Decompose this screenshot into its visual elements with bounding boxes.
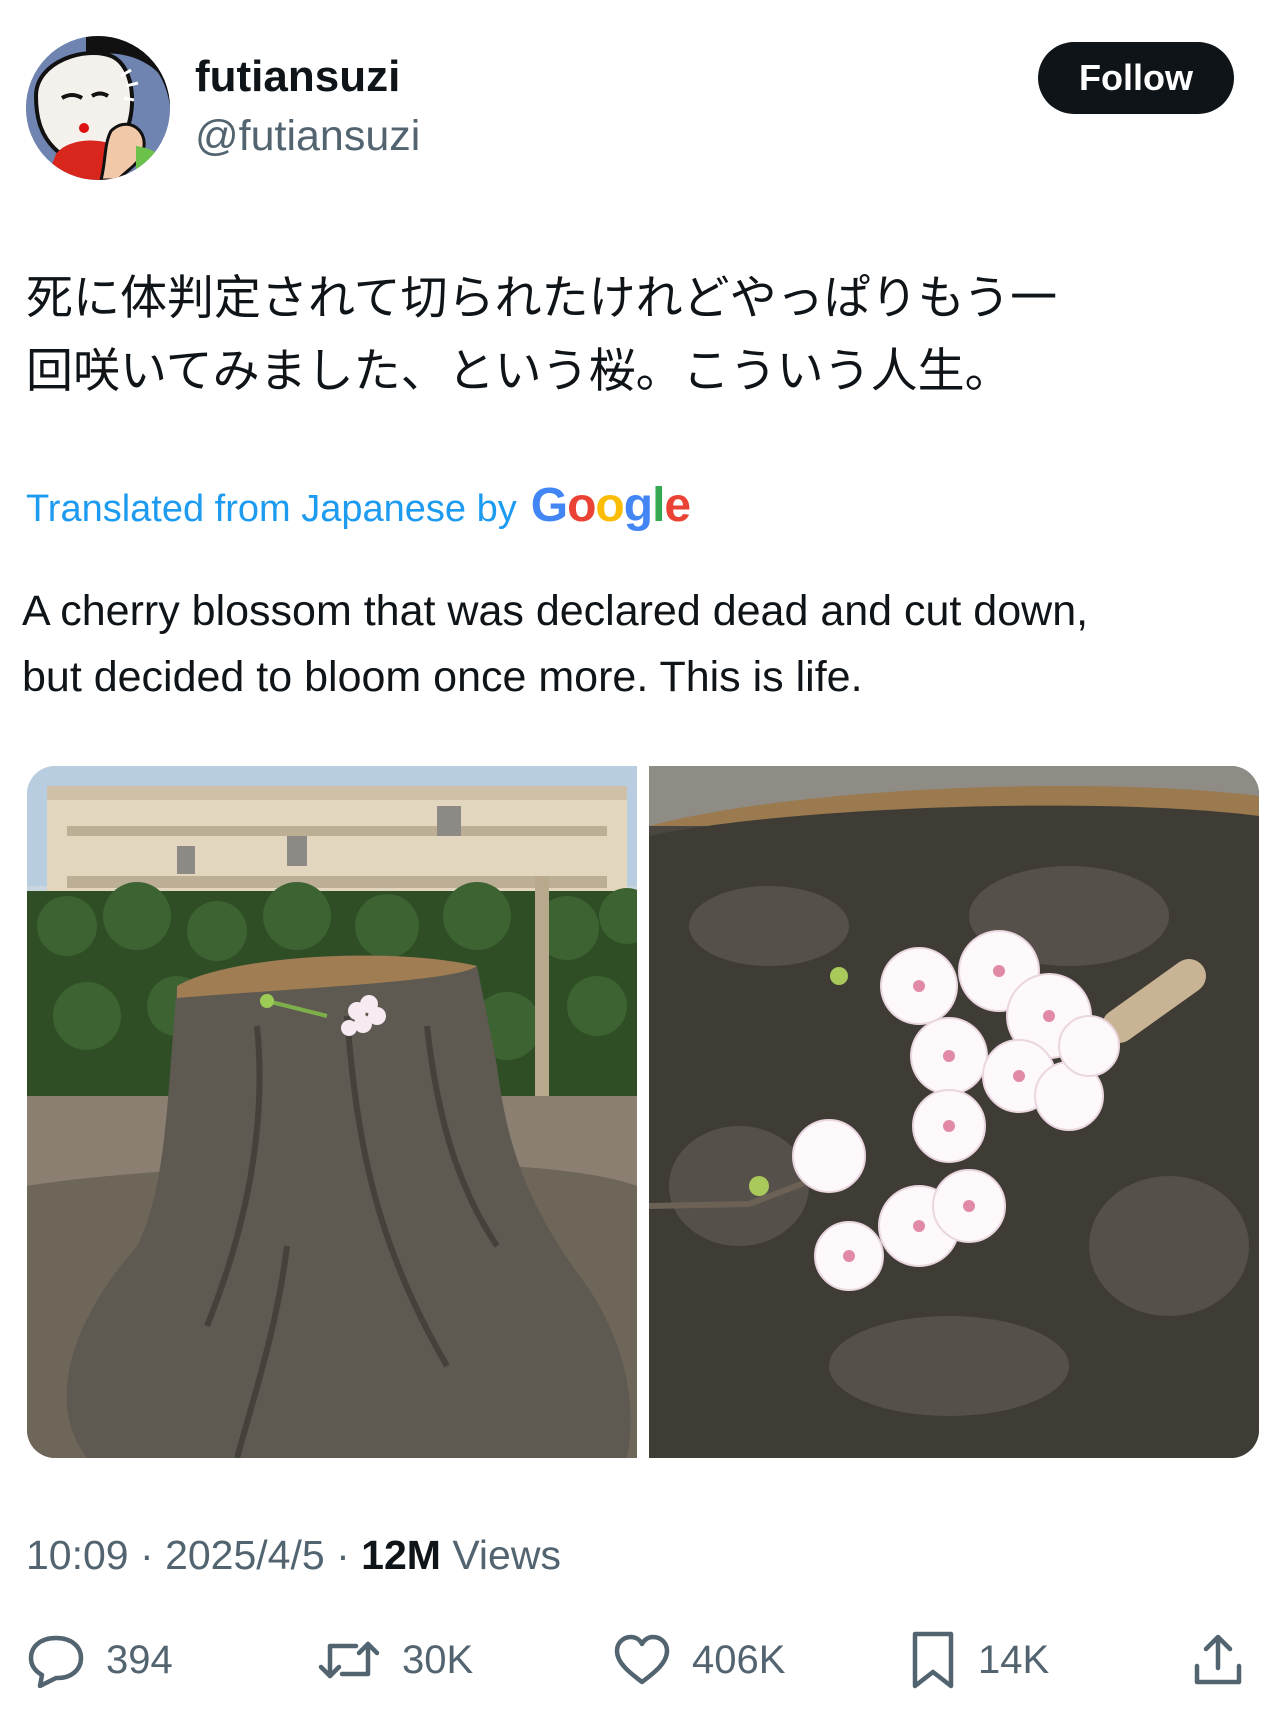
- post-photo-stump[interactable]: [27, 766, 637, 1458]
- share-button[interactable]: [1192, 1630, 1244, 1690]
- like-button[interactable]: 406K: [612, 1630, 785, 1690]
- like-count: 406K: [692, 1637, 786, 1682]
- post-text-translated: A cherry blossom that was declared dead …: [22, 578, 1262, 710]
- bookmark-count: 14K: [978, 1637, 1050, 1682]
- post-text-original: 死に体判定されて切られたけれどやっぱりもう一 回咲いてみました、という桜。こうい…: [26, 262, 1256, 408]
- google-logo: Google: [530, 479, 691, 532]
- follow-button[interactable]: Follow: [1038, 42, 1234, 114]
- meta-separator: ·: [336, 1532, 350, 1578]
- display-name[interactable]: futiansuzi: [195, 52, 400, 102]
- post-text-original-line: 死に体判定されて切られたけれどやっぱりもう一: [26, 271, 1058, 326]
- avatar-illustration: [26, 36, 170, 180]
- post-time[interactable]: 10:09: [26, 1532, 129, 1578]
- post-date[interactable]: 2025/4/5: [165, 1532, 325, 1578]
- post-text-original-line: 回咲いてみました、という桜。こういう人生。: [26, 344, 1012, 399]
- repost-count: 30K: [402, 1637, 474, 1682]
- repost-arrows-icon: [318, 1641, 380, 1679]
- user-handle[interactable]: @futiansuzi: [195, 112, 420, 161]
- bookmark-icon: [912, 1631, 954, 1689]
- reply-button[interactable]: 394: [26, 1630, 173, 1690]
- heart-icon: [614, 1634, 670, 1685]
- blossom-photo-image: [649, 766, 1259, 1458]
- reply-count: 394: [106, 1637, 173, 1682]
- translated-label: Translated from Japanese by: [26, 488, 517, 530]
- views-label: Views: [452, 1532, 561, 1578]
- stump-photo-image: [27, 766, 637, 1458]
- post-meta: 10:09 · 2025/4/5 · 12M Views: [26, 1532, 561, 1579]
- repost-button[interactable]: 30K: [316, 1630, 473, 1690]
- avatar[interactable]: [26, 36, 170, 180]
- translation-attribution[interactable]: Translated from Japanese by Google: [26, 478, 691, 533]
- meta-separator: ·: [140, 1532, 154, 1578]
- post-text-translated-line: but decided to bloom once more. This is …: [22, 653, 863, 701]
- post-text-translated-line: A cherry blossom that was declared dead …: [22, 587, 1089, 635]
- bookmark-button[interactable]: 14K: [908, 1630, 1049, 1690]
- post-photo-blossom[interactable]: [649, 766, 1259, 1458]
- share-upload-icon: [1194, 1634, 1242, 1685]
- views-count: 12M: [361, 1532, 441, 1578]
- speech-bubble-icon: [28, 1635, 84, 1688]
